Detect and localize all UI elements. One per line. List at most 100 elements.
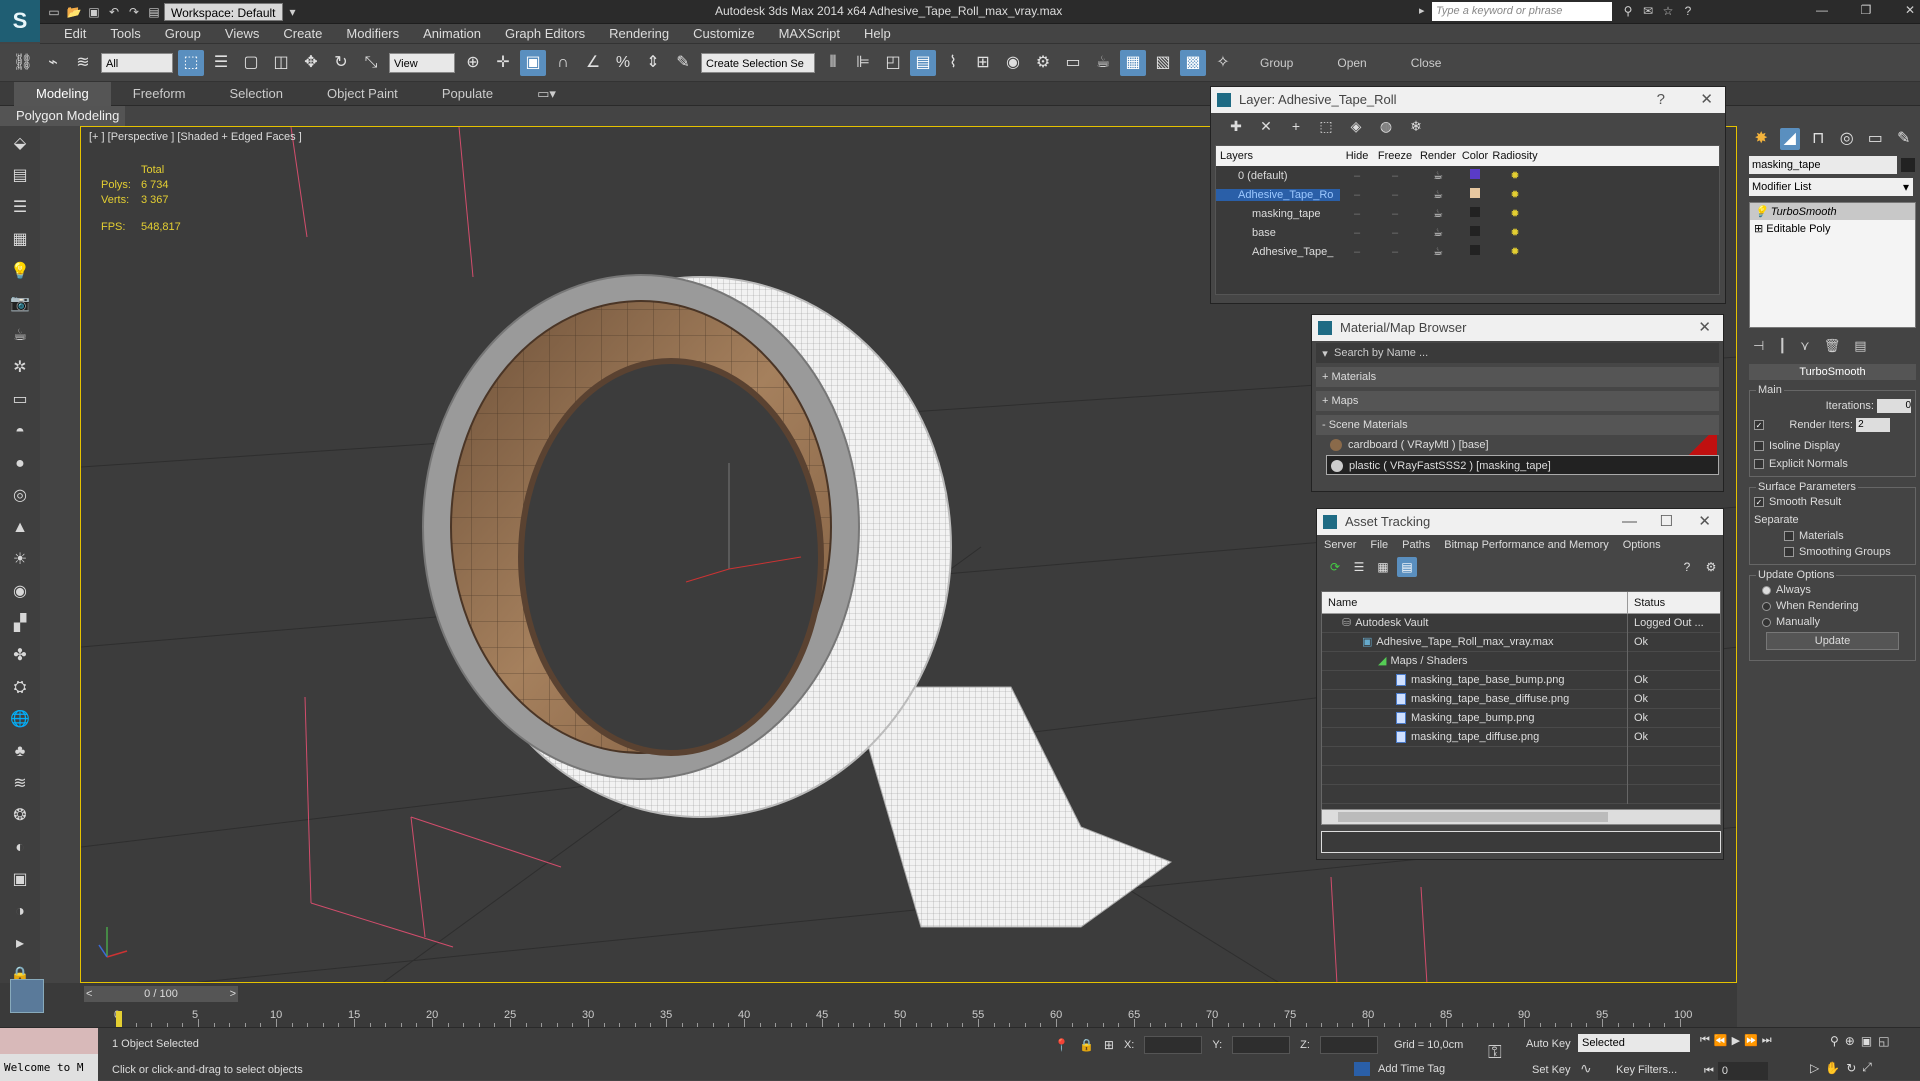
render-teapot-icon[interactable]: ☕ <box>1416 245 1460 258</box>
radiosity-icon[interactable]: ✹ <box>1490 169 1540 182</box>
biped-icon[interactable]: ⛭ <box>6 674 34 702</box>
search-input[interactable]: Type a keyword or phrase <box>1432 2 1612 21</box>
menu-customize[interactable]: Customize <box>681 24 766 44</box>
window-crossing-icon[interactable]: ◫ <box>268 50 294 76</box>
reference-coordinate-dropdown[interactable]: View <box>389 52 455 73</box>
undo-icon[interactable]: ↶ <box>106 4 122 20</box>
vray-toolbar-icon[interactable]: ▩ <box>1180 49 1206 76</box>
delete-layer-icon[interactable]: ✕ <box>1255 118 1277 138</box>
align-icon[interactable]: ⊫ <box>850 50 876 76</box>
menu-maxscript[interactable]: MAXScript <box>767 24 852 44</box>
asset-row[interactable]: ⛁ Autodesk Vault Logged Out ... <box>1322 613 1720 633</box>
zoom-extents-icon[interactable]: ▣ <box>1861 1034 1872 1048</box>
sun-icon[interactable]: ☀ <box>6 546 34 574</box>
zoom-all-icon[interactable]: ⊕ <box>1845 1034 1855 1048</box>
freeze-toggle[interactable]: – <box>1374 227 1416 239</box>
radiosity-icon[interactable]: ✹ <box>1490 207 1540 220</box>
col-render[interactable]: Render <box>1416 150 1460 162</box>
create-tab-icon[interactable]: ✸ <box>1751 128 1772 150</box>
workspace-dropdown[interactable]: Workspace: Default <box>164 2 283 21</box>
mirror-icon[interactable]: ⫴ <box>820 50 846 76</box>
display-tab-icon[interactable]: ▭ <box>1865 128 1886 150</box>
app-logo-icon[interactable]: S <box>0 0 40 42</box>
key-tangent-icon[interactable]: ∿ <box>1580 1060 1592 1077</box>
y-coordinate-field[interactable] <box>1232 1036 1291 1054</box>
hide-all-icon[interactable]: ◍ <box>1375 118 1397 138</box>
communication-icon[interactable]: ✉ <box>1640 3 1656 19</box>
hide-toggle[interactable]: – <box>1340 208 1374 220</box>
viewport-layout-icon[interactable]: ⬙ <box>6 130 34 158</box>
object-color-swatch[interactable] <box>1901 158 1915 172</box>
material-search[interactable]: ▾ Search by Name ... <box>1316 343 1719 363</box>
link-icon[interactable]: ⛓ <box>10 50 36 76</box>
col-freeze[interactable]: Freeze <box>1374 150 1416 162</box>
menu-animation[interactable]: Animation <box>411 24 493 44</box>
freeze-toggle[interactable]: – <box>1374 189 1416 201</box>
torus-icon[interactable]: ◎ <box>6 482 34 510</box>
manually-radio[interactable] <box>1762 617 1771 627</box>
asset-menu-options[interactable]: Options <box>1616 539 1668 551</box>
scene-explorer-icon[interactable]: ▤ <box>6 162 34 190</box>
tab-freeform[interactable]: Freeform <box>111 82 208 106</box>
rotate-icon[interactable]: ↻ <box>328 50 354 76</box>
selection-lock-icon[interactable]: 🔒 <box>1079 1038 1094 1052</box>
menu-views[interactable]: Views <box>213 24 271 44</box>
smooth-result-checkbox[interactable]: ✓ <box>1754 497 1764 508</box>
binoculars-icon[interactable]: ⚲ <box>1620 3 1636 19</box>
asset-tracking-titlebar[interactable]: Asset Tracking — ☐ ✕ <box>1317 509 1723 535</box>
selection-filter-dropdown[interactable]: All <box>101 52 173 73</box>
refresh-icon[interactable]: ⟳ <box>1325 557 1345 577</box>
col-hide[interactable]: Hide <box>1340 150 1374 162</box>
group-button[interactable]: Group <box>1238 56 1315 70</box>
layer-name[interactable]: 0 (default) <box>1216 170 1340 182</box>
move-icon[interactable]: ✥ <box>298 50 324 76</box>
col-status[interactable]: Status <box>1628 597 1665 609</box>
select-by-name-icon[interactable]: ☰ <box>208 50 234 76</box>
render-teapot-icon[interactable]: ☕ <box>1416 226 1460 239</box>
help-icon[interactable]: ? <box>1680 3 1696 19</box>
layer-color-swatch[interactable] <box>1470 245 1480 255</box>
redo-icon[interactable]: ↷ <box>126 4 142 20</box>
unlink-icon[interactable]: ⌁ <box>40 50 66 76</box>
add-to-layer-icon[interactable]: + <box>1285 118 1307 138</box>
maximize-icon[interactable]: ☐ <box>1660 509 1673 535</box>
show-end-result-icon[interactable]: ┃ <box>1778 338 1786 354</box>
modifier-list-dropdown[interactable]: Modifier List <box>1749 178 1899 196</box>
asset-row[interactable]: ◢ Maps / Shaders <box>1322 651 1720 671</box>
hierarchy-tab-icon[interactable]: ⊓ <box>1808 128 1829 150</box>
percent-snap-icon[interactable]: % <box>610 50 636 76</box>
open-group-button[interactable]: Open <box>1315 56 1388 70</box>
render-teapot-icon[interactable]: ☕ <box>1416 169 1460 182</box>
menu-edit[interactable]: Edit <box>52 24 98 44</box>
named-selection-sets-dropdown[interactable]: Create Selection Se <box>701 52 815 73</box>
layer-color-swatch[interactable] <box>1470 169 1480 179</box>
turbosmooth-rollout-header[interactable]: TurboSmooth <box>1749 364 1916 380</box>
time-slider[interactable]: < 0 / 100 > <box>84 986 238 1002</box>
horizontal-scrollbar[interactable] <box>1321 809 1721 825</box>
hide-toggle[interactable]: – <box>1340 227 1374 239</box>
key-filters-button[interactable]: Key Filters... <box>1616 1064 1677 1076</box>
vray-render-icon[interactable]: ▧ <box>1150 50 1176 76</box>
thumbnail-icon[interactable]: ▦ <box>1373 557 1393 577</box>
asset-menu-paths[interactable]: Paths <box>1395 539 1437 551</box>
filter-chevron-icon[interactable]: ▾ <box>1316 347 1334 360</box>
auto-key-button[interactable]: Auto Key <box>1526 1038 1571 1050</box>
current-frame-field[interactable]: 0 <box>1717 1062 1768 1080</box>
camera-icon[interactable]: 📷 <box>6 290 34 318</box>
render-teapot-icon[interactable]: ☕ <box>1416 207 1460 220</box>
col-name[interactable]: Name <box>1322 591 1628 614</box>
tab-selection[interactable]: Selection <box>208 82 305 106</box>
layer-name[interactable]: Adhesive_Tape_Ro <box>1216 188 1340 201</box>
stairs-icon[interactable]: ▞ <box>6 610 34 638</box>
mini-listener-icon[interactable] <box>10 979 44 1013</box>
stack-item-turbosmooth[interactable]: 💡 TurboSmooth <box>1750 203 1915 220</box>
rendered-frame-window-icon[interactable]: ▭ <box>1060 50 1086 76</box>
separate-materials-checkbox[interactable] <box>1784 531 1794 542</box>
menu-modifiers[interactable]: Modifiers <box>334 24 411 44</box>
gold-sphere-icon[interactable]: ◉ <box>6 578 34 606</box>
asset-menu-server[interactable]: Server <box>1317 539 1363 551</box>
next-key-icon[interactable]: ⏩ <box>1744 1034 1758 1047</box>
maximize-viewport-icon[interactable]: ⤢ <box>1862 1060 1872 1075</box>
freeze-toggle[interactable]: – <box>1374 246 1416 258</box>
isoline-checkbox[interactable] <box>1754 441 1764 452</box>
